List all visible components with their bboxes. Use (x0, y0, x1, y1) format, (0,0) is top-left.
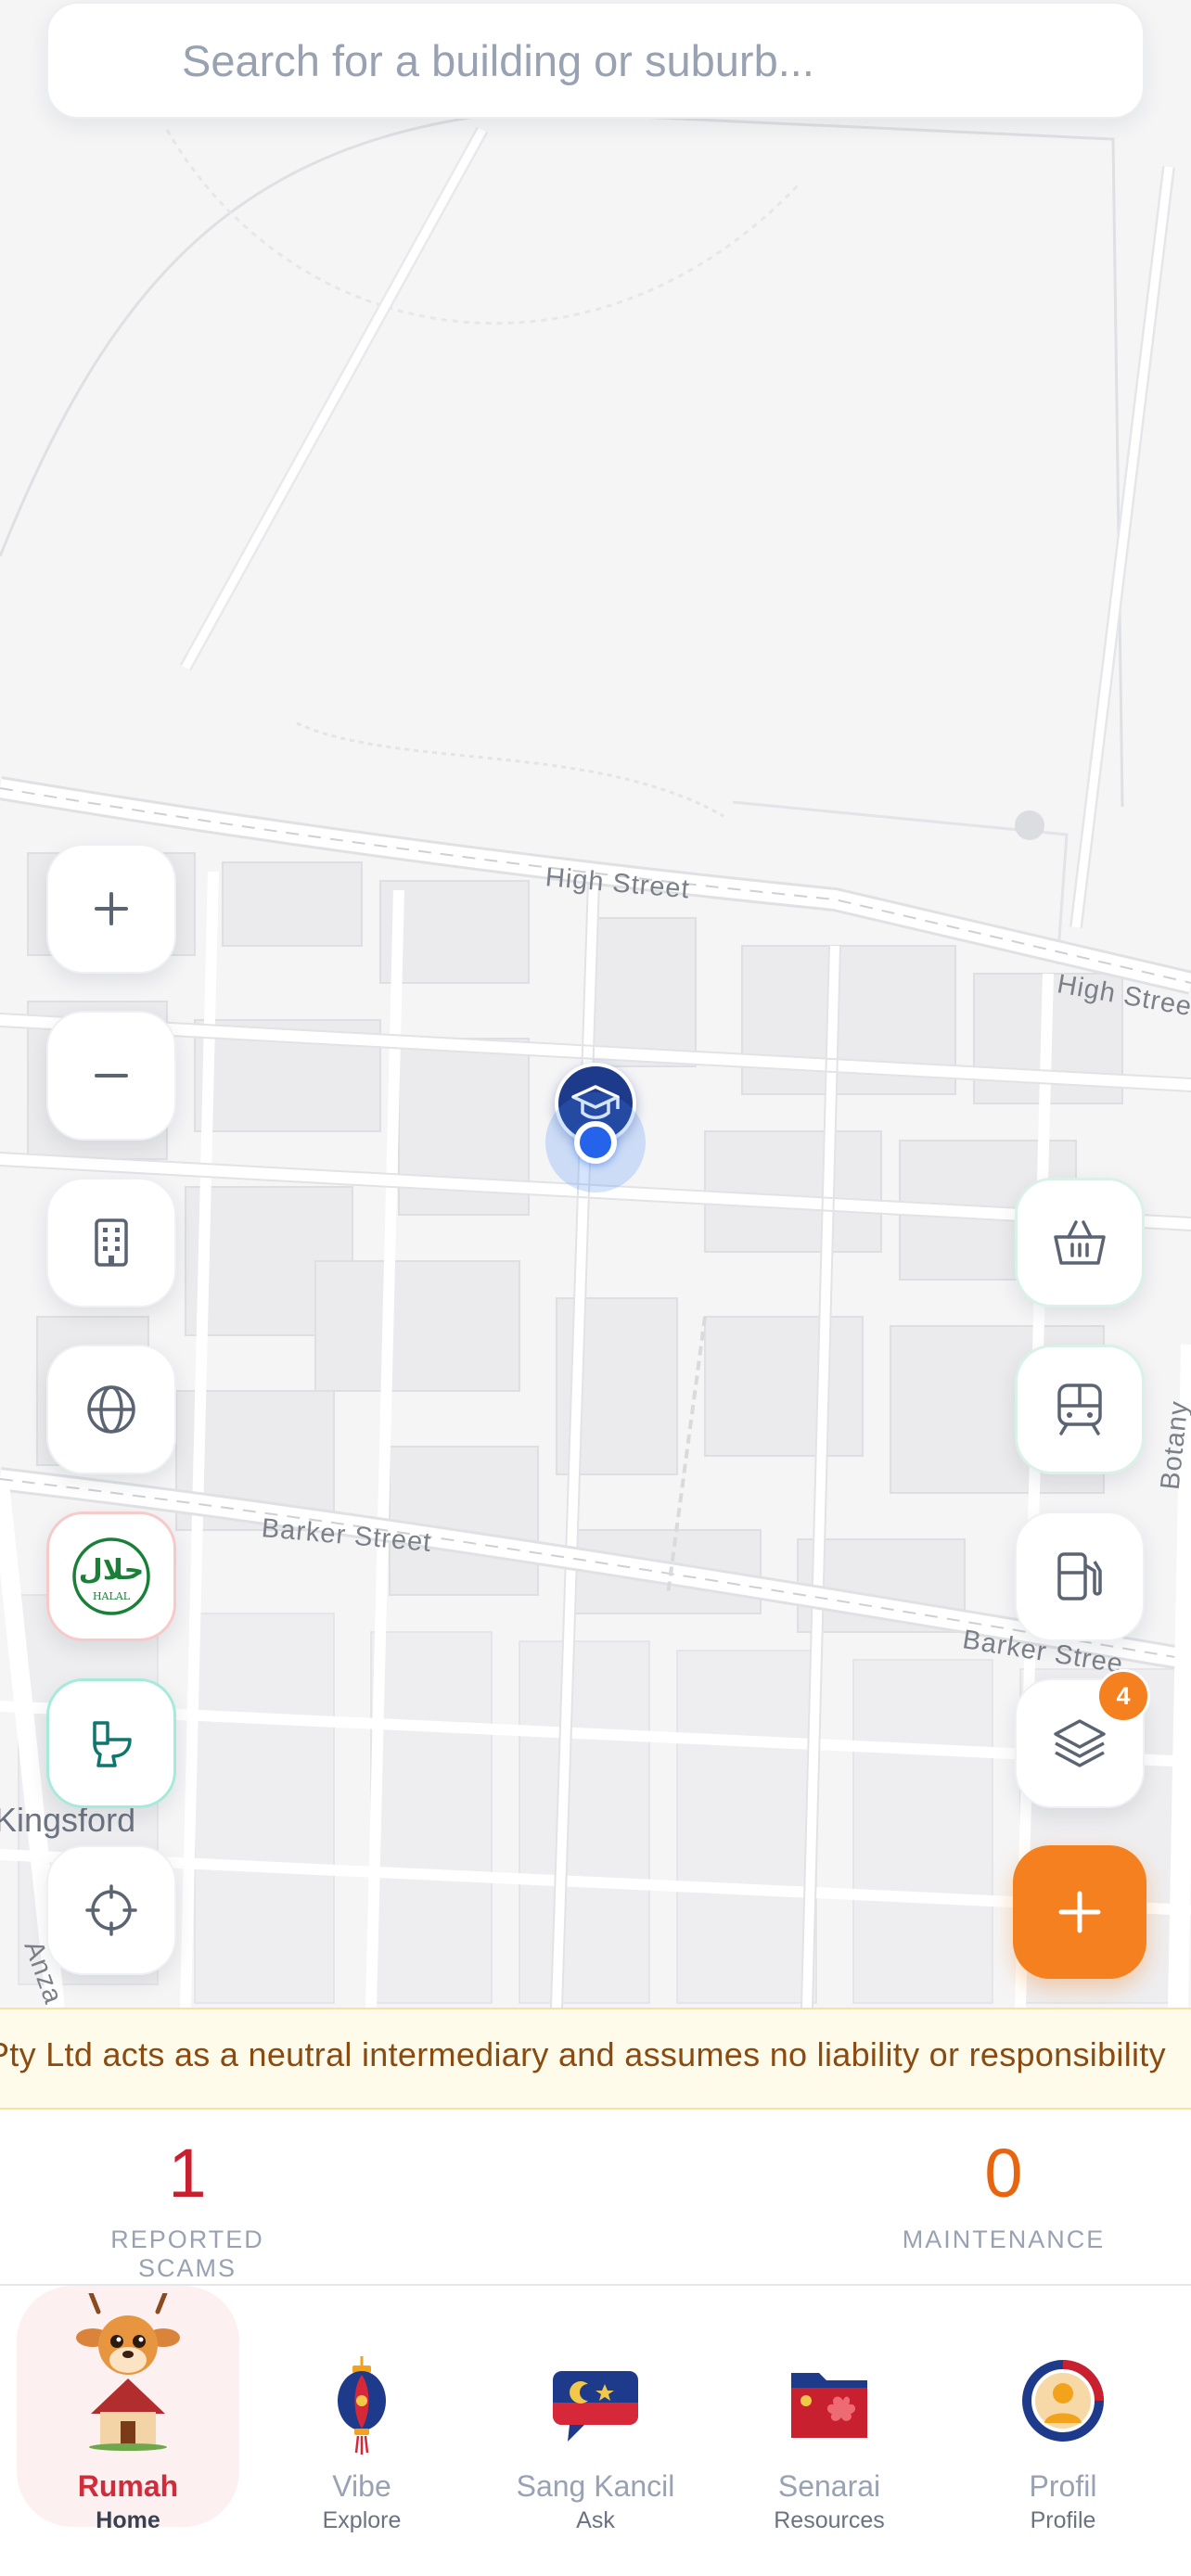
profile-badge-icon (1022, 2360, 1104, 2442)
disclaimer-text: Pty Ltd acts as a neutral intermediary a… (0, 2035, 1166, 2073)
nav-label-sang-kancil: Sang Kancil (516, 2469, 675, 2503)
toilet-button[interactable] (46, 1678, 176, 1808)
halal-icon: حلال HALAL (72, 1537, 150, 1615)
map-view[interactable]: High Street High Stree Barker Street Bar… (0, 0, 1191, 2008)
plus-icon (1058, 1891, 1101, 1933)
nav-item-profil[interactable]: Profil Profile (952, 2286, 1174, 2533)
halal-button[interactable]: حلال HALAL (46, 1511, 176, 1641)
halal-arabic-text: حلال (79, 1554, 144, 1587)
layers-icon (1054, 1719, 1106, 1767)
train-icon (1057, 1384, 1102, 1435)
chat-bubble-icon (553, 2371, 638, 2442)
toilet-icon (93, 1721, 132, 1767)
stats-bar: 1 REPORTED SCAMS 0 MAINTENANCE (0, 2110, 1191, 2286)
nav-item-sang-kancil[interactable]: Sang Kancil Ask (484, 2286, 707, 2533)
nav-sub-ask: Ask (576, 2507, 615, 2533)
fuel-icon (1057, 1552, 1102, 1600)
layers-count-badge: 4 (1096, 1669, 1150, 1723)
crosshair-icon (85, 1884, 137, 1936)
halal-caption-text: HALAL (93, 1590, 131, 1602)
nav-label-rumah: Rumah (77, 2469, 179, 2503)
buildings-button[interactable] (46, 1178, 176, 1307)
reported-scams-stat[interactable]: 1 REPORTED SCAMS (67, 2134, 308, 2283)
nav-item-senarai[interactable]: Senarai Resources (718, 2286, 941, 2533)
plus-icon (95, 892, 128, 925)
nav-label-senarai: Senarai (777, 2469, 881, 2503)
map-base (0, 109, 1191, 2008)
nav-item-vibe[interactable]: Vibe Explore (250, 2286, 473, 2533)
nav-sub-home: Home (96, 2507, 160, 2533)
layers-button[interactable]: 4 (1015, 1669, 1150, 1808)
maintenance-label: MAINTENANCE (902, 2225, 1106, 2253)
minus-icon (95, 1074, 128, 1078)
zoom-in-button[interactable] (46, 844, 176, 974)
search-input[interactable] (182, 34, 1109, 86)
globe-icon (87, 1385, 135, 1434)
add-report-button[interactable] (1013, 1845, 1146, 1979)
nav-sub-profile: Profile (1030, 2507, 1096, 2533)
user-location-dot[interactable] (574, 1121, 617, 1164)
nav-label-vibe: Vibe (332, 2469, 391, 2503)
maintenance-stat[interactable]: 0 MAINTENANCE (892, 2134, 1115, 2254)
reported-scams-label: REPORTED SCAMS (110, 2225, 264, 2282)
folder-icon (791, 2373, 867, 2438)
reported-scams-count: 1 (168, 2135, 207, 2212)
maintenance-count: 0 (984, 2135, 1023, 2212)
grocery-button[interactable] (1015, 1178, 1145, 1307)
nav-sub-explore: Explore (322, 2507, 402, 2533)
deer-house-icon (76, 2293, 180, 2451)
basket-icon (1054, 1220, 1106, 1265)
search-bar[interactable] (46, 2, 1145, 119)
disclaimer-ticker: Pty Ltd acts as a neutral intermediary a… (0, 2008, 1191, 2110)
nav-sub-resources: Resources (774, 2507, 885, 2533)
globe-button[interactable] (46, 1345, 176, 1474)
lantern-icon (338, 2356, 386, 2455)
nav-label-profil: Profil (1029, 2469, 1097, 2503)
locate-me-button[interactable] (46, 1845, 176, 1975)
fuel-button[interactable] (1015, 1511, 1145, 1641)
zoom-out-button[interactable] (46, 1011, 176, 1141)
nav-item-rumah[interactable]: Rumah Home (17, 2286, 239, 2533)
bottom-navigation: Rumah Home Vibe Explore Sang Kancil Ask (0, 2286, 1191, 2576)
building-icon (95, 1218, 128, 1267)
transit-button[interactable] (1015, 1345, 1145, 1474)
